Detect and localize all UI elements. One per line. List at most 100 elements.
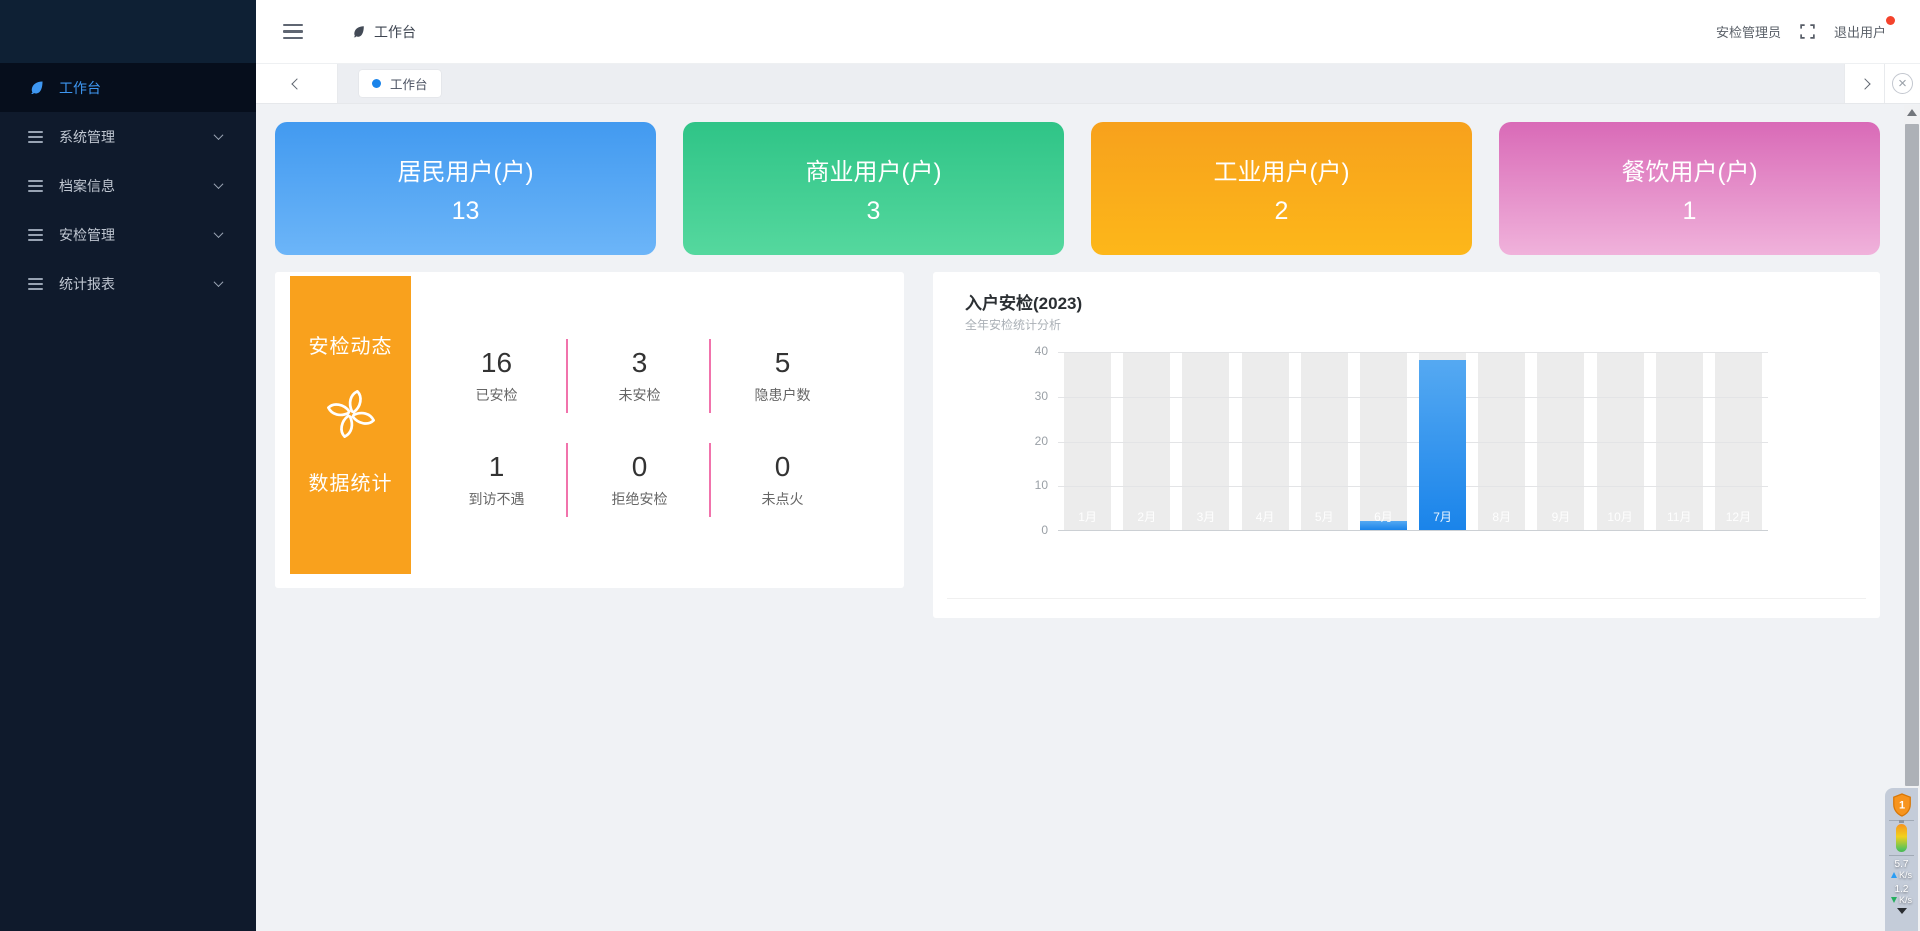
top-header: 工作台 安检管理员 退出用户 <box>256 0 1920 64</box>
x-axis-label: 12月 <box>1715 508 1762 525</box>
upload-speed-unit: K/s <box>1899 870 1912 880</box>
sidebar-item-archive-info[interactable]: 档案信息 <box>0 161 256 210</box>
stat-card-value: 3 <box>867 197 881 226</box>
sidebar-item-inspection-management[interactable]: 安检管理 <box>0 210 256 259</box>
stat-card-value: 2 <box>1275 197 1289 226</box>
gridline <box>1058 397 1768 398</box>
gridline <box>1058 442 1768 443</box>
y-axis-tick-label: 10 <box>1012 478 1048 492</box>
x-axis-label: 2月 <box>1123 508 1170 525</box>
sidebar-item-workbench[interactable]: 工作台 <box>0 63 256 112</box>
menu-lines-icon <box>28 128 46 146</box>
tab-bar: 工作台 × <box>256 64 1920 104</box>
thermometer-gauge-icon <box>1896 824 1907 852</box>
banner-title: 安检动态 <box>309 330 393 359</box>
x-axis-label: 9月 <box>1537 508 1584 525</box>
stat-label: 隐患户数 <box>755 385 811 405</box>
sidebar-toggle-button[interactable] <box>283 24 303 40</box>
y-axis-tick-label: 40 <box>1012 344 1048 358</box>
stat-value: 16 <box>481 347 512 379</box>
close-circle-icon: × <box>1892 73 1913 94</box>
fullscreen-icon[interactable] <box>1799 23 1816 40</box>
chart-subtitle: 全年安检统计分析 <box>965 316 1061 333</box>
stat-label: 到访不遇 <box>469 489 525 509</box>
stat-label: 未安检 <box>619 385 661 405</box>
tab-strip: 工作台 <box>338 64 1844 103</box>
stat-value: 3 <box>632 347 648 379</box>
stat-cards-row: 居民用户(户) 13 商业用户(户) 3 工业用户(户) 2 餐饮用户(户) 1 <box>275 122 1880 255</box>
stat-label: 已安检 <box>476 385 518 405</box>
stat-item-visit-missed: 1 到访不遇 <box>425 428 568 532</box>
sidebar-item-label: 档案信息 <box>59 176 115 196</box>
chevron-down-icon <box>214 277 224 287</box>
stat-card-value: 13 <box>452 197 480 226</box>
stat-item-refused: 0 拒绝安检 <box>568 428 711 532</box>
sidebar-item-label: 工作台 <box>59 78 101 98</box>
menu-lines-icon <box>28 275 46 293</box>
sidebar-item-statistics-report[interactable]: 统计报表 <box>0 259 256 308</box>
main-content: 居民用户(户) 13 商业用户(户) 3 工业用户(户) 2 餐饮用户(户) 1… <box>256 104 1920 931</box>
sidebar-item-system-management[interactable]: 系统管理 <box>0 112 256 161</box>
tabs-scroll-left-button[interactable] <box>256 64 338 103</box>
stat-card-title: 餐饮用户(户) <box>1622 152 1758 187</box>
stat-card-catering-users: 餐饮用户(户) 1 <box>1499 122 1880 255</box>
close-tabs-button[interactable]: × <box>1884 64 1920 103</box>
x-axis-label: 6月 <box>1360 508 1407 525</box>
security-shield-icon[interactable]: 1 <box>1891 793 1913 817</box>
widget-collapse-button[interactable] <box>1897 908 1907 914</box>
panel-divider <box>947 598 1866 599</box>
stat-card-industrial-users: 工业用户(户) 2 <box>1091 122 1472 255</box>
inspection-chart-panel: 入户安检(2023) 全年安检统计分析 0102030401月2月3月4月5月6… <box>933 272 1880 618</box>
chevron-left-icon <box>291 78 302 89</box>
tab-workbench[interactable]: 工作台 <box>359 70 441 97</box>
download-speed-value: 1.2 <box>1895 884 1909 895</box>
x-axis-label: 5月 <box>1301 508 1348 525</box>
chart-plot: 0102030401月2月3月4月5月6月7月8月9月10月11月12月 <box>1058 352 1768 531</box>
stat-card-commercial-users: 商业用户(户) 3 <box>683 122 1064 255</box>
tabs-scroll-right-button[interactable] <box>1844 64 1884 103</box>
chevron-down-icon <box>214 228 224 238</box>
sidebar-item-label: 统计报表 <box>59 274 115 294</box>
chart-bar-7月[interactable] <box>1419 360 1466 530</box>
stat-card-title: 居民用户(户) <box>398 152 534 187</box>
stat-label: 未点火 <box>762 489 804 509</box>
network-monitor-widget[interactable]: 1 5.7 K/s 1.2 K/s <box>1885 788 1918 931</box>
sidebar-item-label: 安检管理 <box>59 225 115 245</box>
x-axis-label: 8月 <box>1478 508 1525 525</box>
leaf-icon <box>28 79 46 97</box>
x-axis-label: 11月 <box>1656 508 1703 525</box>
logout-button[interactable]: 退出用户 <box>1834 22 1886 41</box>
stat-value: 0 <box>775 451 791 483</box>
scroll-up-arrow[interactable] <box>1907 109 1917 116</box>
stat-value: 5 <box>775 347 791 379</box>
page-title: 工作台 <box>374 22 416 42</box>
sidebar-item-label: 系统管理 <box>59 127 115 147</box>
shield-count: 1 <box>1898 800 1904 812</box>
sidebar-logo-area <box>0 0 256 63</box>
user-name[interactable]: 安检管理员 <box>1716 22 1781 41</box>
x-axis-label: 4月 <box>1242 508 1289 525</box>
stat-label: 拒绝安检 <box>612 489 668 509</box>
x-axis-label: 7月 <box>1419 508 1466 525</box>
download-arrow-icon <box>1891 897 1897 903</box>
x-axis-label: 10月 <box>1597 508 1644 525</box>
stat-value: 0 <box>632 451 648 483</box>
sidebar: 工作台 系统管理 档案信息 安检管理 统计报表 <box>0 0 256 931</box>
summary-stats-grid: 16 已安检 3 未安检 5 隐患户数 1 到访不遇 0 拒绝安检 0 未点火 <box>425 324 854 532</box>
gridline <box>1058 486 1768 487</box>
stat-card-resident-users: 居民用户(户) 13 <box>275 122 656 255</box>
upload-speed-row: K/s <box>1891 870 1912 880</box>
breadcrumb: 工作台 <box>351 22 416 42</box>
scrollbar-thumb[interactable] <box>1905 124 1919 786</box>
pinwheel-icon <box>322 385 380 443</box>
tab-label: 工作台 <box>390 74 428 93</box>
gridline <box>1058 352 1768 353</box>
stat-value: 1 <box>489 451 505 483</box>
inspection-banner: 安检动态 数据统计 <box>290 276 411 574</box>
active-tab-dot-icon <box>372 79 381 88</box>
logout-label: 退出用户 <box>1834 25 1886 40</box>
leaf-icon <box>351 24 366 39</box>
download-speed-row: K/s <box>1891 895 1912 905</box>
chevron-right-icon <box>1859 78 1870 89</box>
upload-arrow-icon <box>1891 872 1897 878</box>
